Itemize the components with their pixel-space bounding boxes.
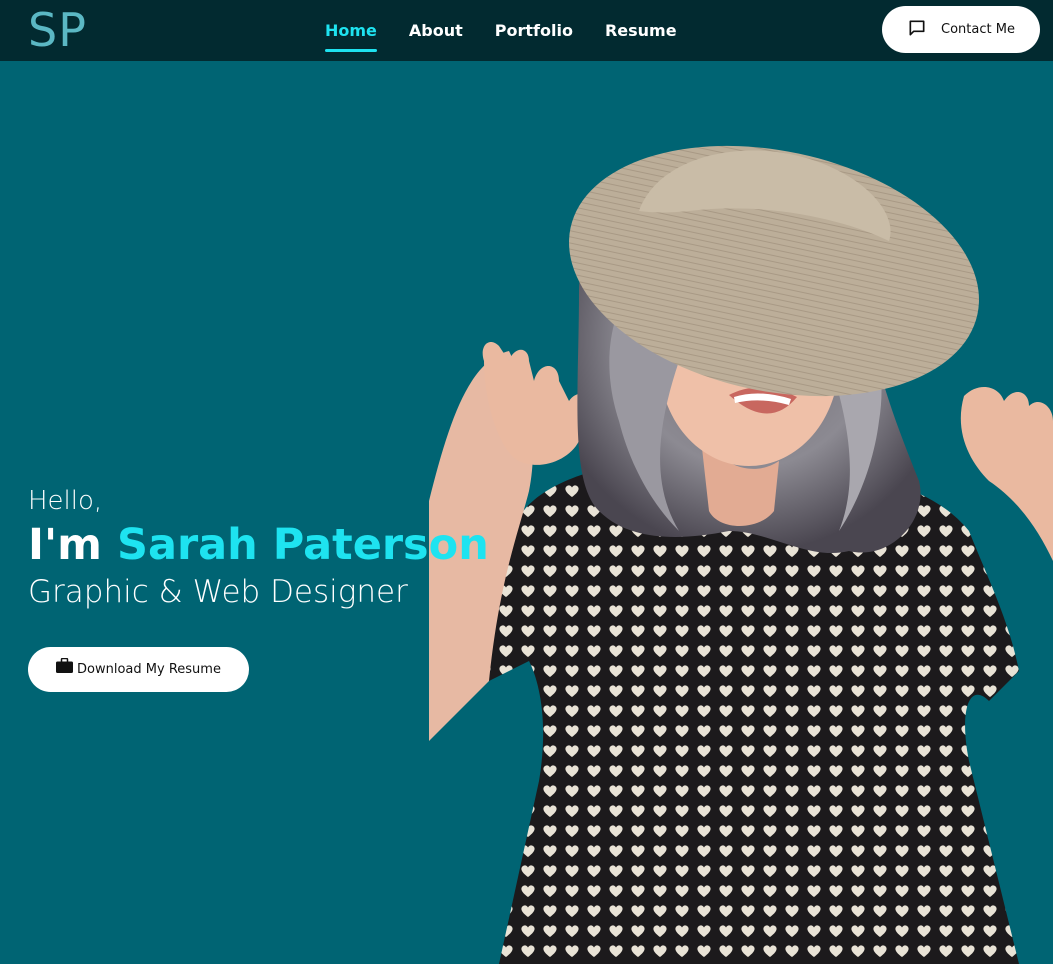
hero-intro: Hello, I'm Sarah Paterson Graphic & Web … bbox=[28, 484, 489, 612]
download-resume-button[interactable]: Download My Resume bbox=[28, 647, 249, 692]
designer-name: Sarah Paterson bbox=[116, 520, 489, 570]
download-resume-label: Download My Resume bbox=[77, 662, 221, 677]
hero-heading: I'm Sarah Paterson bbox=[28, 518, 489, 572]
nav-links: Home About Portfolio Resume bbox=[325, 0, 677, 61]
navbar: SP Home About Portfolio Resume Contact M… bbox=[0, 0, 1053, 61]
role-subtitle: Graphic & Web Designer bbox=[28, 574, 408, 610]
intro-text: I'm bbox=[28, 520, 102, 570]
nav-link-portfolio[interactable]: Portfolio bbox=[495, 0, 573, 61]
hero-portrait-image bbox=[429, 145, 1053, 964]
nav-link-home[interactable]: Home bbox=[325, 0, 377, 61]
greeting-text: Hello, bbox=[28, 486, 103, 516]
briefcase-icon bbox=[56, 657, 74, 677]
contact-me-label: Contact Me bbox=[941, 22, 1015, 37]
nav-link-about[interactable]: About bbox=[409, 0, 463, 61]
logo[interactable]: SP bbox=[28, 4, 87, 56]
chat-bubble-icon bbox=[907, 18, 927, 42]
nav-link-resume[interactable]: Resume bbox=[605, 0, 677, 61]
contact-me-button[interactable]: Contact Me bbox=[882, 6, 1040, 53]
